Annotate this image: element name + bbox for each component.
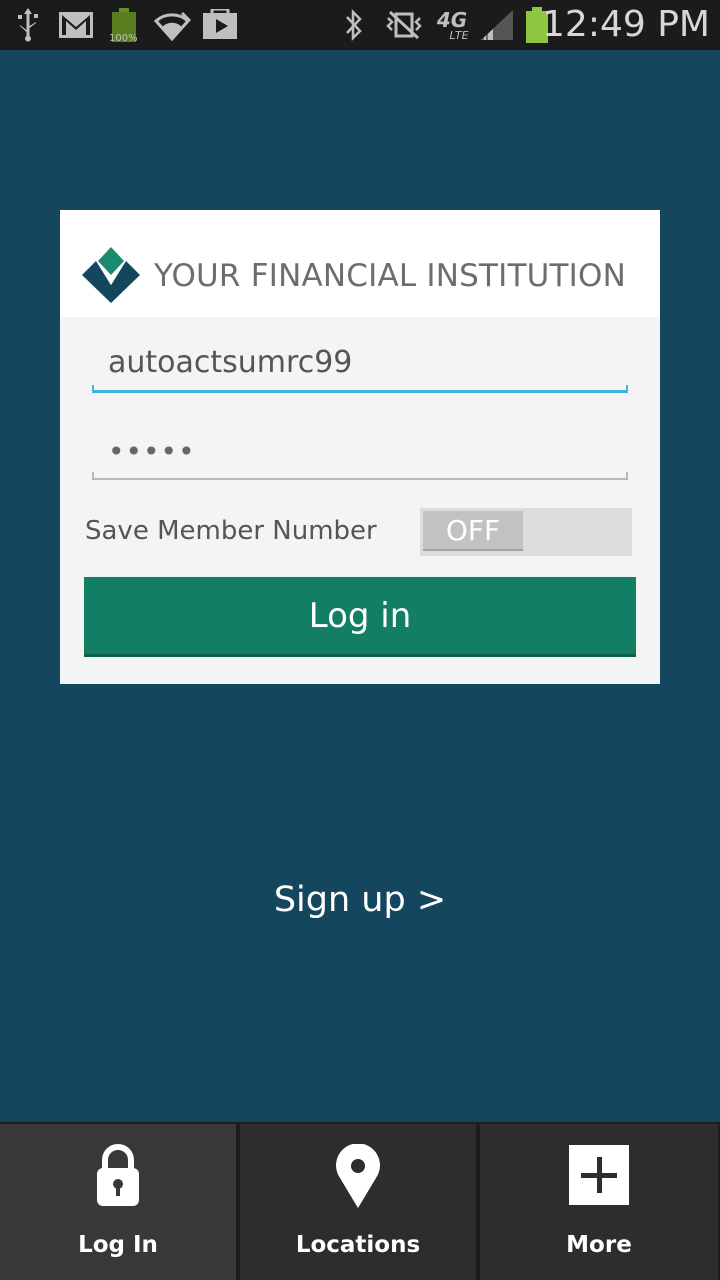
nav-item-locations[interactable]: Locations [240, 1124, 478, 1280]
play-store-icon [202, 0, 238, 50]
login-card: YOUR FINANCIAL INSTITUTION autoactsumrc9… [60, 210, 660, 684]
brand-header: YOUR FINANCIAL INSTITUTION [60, 210, 660, 317]
plus-box-icon [480, 1144, 718, 1214]
username-underline [92, 385, 628, 393]
network-sub-text: LTE [449, 28, 469, 42]
save-member-label: Save Member Number [85, 516, 377, 546]
save-member-toggle[interactable]: OFF [420, 508, 632, 556]
nav-label-login: Log In [78, 1232, 158, 1258]
bottom-nav: Log In Locations More [0, 1122, 720, 1280]
username-value: autoactsumrc99 [108, 345, 353, 380]
gmail-icon [58, 0, 94, 50]
signal-icon [478, 0, 516, 50]
network-4g-icon: 4G LTE [432, 0, 472, 50]
nav-item-more[interactable]: More [480, 1124, 718, 1280]
password-input[interactable]: ••••• [92, 425, 628, 480]
location-pin-icon [240, 1144, 476, 1214]
signup-link[interactable]: Sign up > [0, 880, 720, 920]
toggle-state-text: OFF [445, 514, 501, 547]
username-input[interactable]: autoactsumrc99 [92, 335, 628, 393]
battery-percent-text: 100% [109, 33, 138, 44]
vibrate-mute-icon [384, 0, 424, 50]
password-value: ••••• [108, 435, 196, 468]
network-type-text: 4G [436, 7, 468, 32]
nav-label-more: More [566, 1232, 632, 1258]
usb-icon [14, 0, 42, 50]
nav-item-login[interactable]: Log In [0, 1124, 238, 1280]
wifi-icon [152, 0, 192, 50]
status-bar: 100% 4G LTE 12:49 PM [0, 0, 720, 50]
login-button[interactable]: Log in [84, 577, 636, 657]
toggle-knob: OFF [423, 511, 523, 551]
clock-text: 12:49 PM [542, 4, 710, 45]
nav-label-locations: Locations [295, 1232, 421, 1258]
bluetooth-icon [342, 0, 366, 50]
brand-logo-icon [80, 245, 142, 309]
lock-icon [0, 1144, 236, 1214]
password-underline [92, 472, 628, 480]
brand-name: YOUR FINANCIAL INSTITUTION [154, 258, 626, 294]
